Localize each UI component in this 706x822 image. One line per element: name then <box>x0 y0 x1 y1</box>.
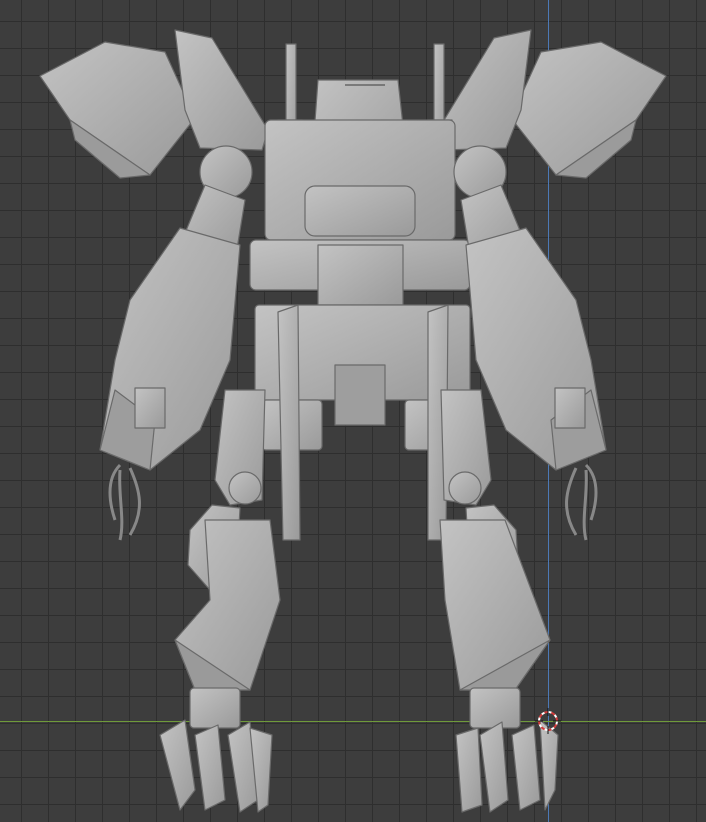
left-shoulder-fin <box>174 29 269 151</box>
left-foot-claw-1 <box>159 719 196 811</box>
3d-viewport[interactable] <box>0 0 706 822</box>
left-blade <box>277 304 301 541</box>
robot-mesh[interactable] <box>0 0 706 822</box>
left-foot-claw-2 <box>194 724 226 811</box>
right-foot-claw-2 <box>479 721 509 813</box>
right-foot-claw-3 <box>511 724 541 811</box>
right-claw <box>565 463 598 541</box>
right-foot-claw-1 <box>455 727 483 813</box>
left-claw <box>108 463 141 541</box>
3d-cursor-icon[interactable] <box>535 708 561 734</box>
